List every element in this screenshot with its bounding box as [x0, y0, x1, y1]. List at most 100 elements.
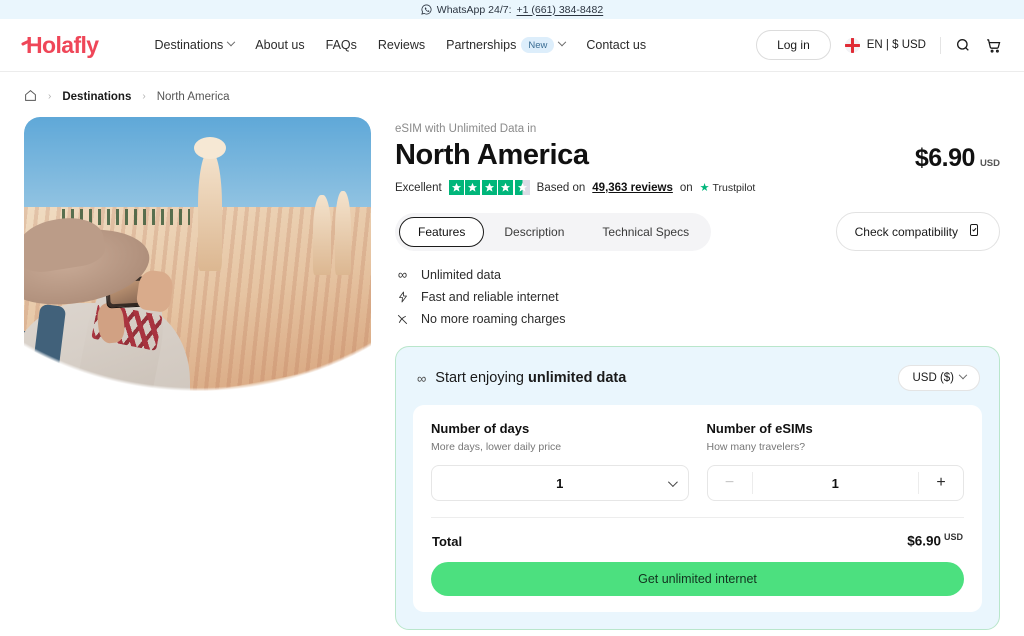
locale-selector[interactable]: EN | $ USD	[844, 37, 926, 53]
new-badge: New	[521, 37, 555, 53]
chevron-down-icon	[558, 37, 567, 47]
feature-list: ∞ Unlimited data Fast and reliable inter…	[395, 267, 1000, 326]
esims-increment-button[interactable]: +	[919, 474, 963, 492]
esims-sublabel: How many travelers?	[706, 441, 806, 453]
tab-row: Features Description Technical Specs Che…	[395, 212, 1000, 251]
cart-icon[interactable]	[985, 37, 1002, 54]
promo-topbar: WhatsApp 24/7: +1 (661) 384-8482	[0, 0, 1024, 19]
feature-item: Fast and reliable internet	[395, 290, 1000, 304]
purchase-title-prefix: Start enjoying	[435, 370, 528, 386]
no-roaming-icon	[395, 313, 410, 326]
trustpilot-star-icon: ★	[699, 182, 710, 194]
breadcrumb-item-destinations[interactable]: Destinations	[62, 91, 131, 103]
whatsapp-icon	[421, 4, 432, 15]
star-half-icon	[514, 180, 530, 195]
check-compatibility-button[interactable]: Check compatibility	[835, 212, 1000, 251]
nav-label: Contact us	[586, 38, 647, 52]
currency-selector[interactable]: USD ($)	[898, 365, 980, 391]
lightning-bolt-icon	[395, 290, 410, 304]
chevron-down-icon	[227, 37, 236, 47]
breadcrumb-item-north-america: North America	[156, 90, 230, 103]
esims-decrement-button[interactable]: −	[708, 474, 752, 492]
total-row: Total $6.90 USD	[431, 518, 964, 562]
nav-item-contact-us[interactable]: Contact us	[586, 38, 646, 52]
locale-label: EN | $ USD	[866, 39, 926, 51]
total-amount: $6.90 USD	[907, 532, 963, 549]
breadcrumb: › Destinations › North America	[0, 72, 1024, 107]
star-icon	[465, 180, 481, 195]
hero-traveler	[24, 197, 228, 527]
star-icon	[498, 180, 514, 195]
infinity-icon: ∞	[397, 267, 408, 282]
hero-image	[24, 117, 371, 527]
rating-stars	[448, 180, 530, 195]
days-select[interactable]: 1	[431, 465, 689, 501]
star-icon	[448, 180, 464, 195]
search-icon[interactable]	[955, 37, 971, 53]
feature-item: ∞ Unlimited data	[395, 267, 1000, 282]
days-label: Number of days	[431, 421, 530, 436]
nav-item-partnerships[interactable]: Partnerships New	[446, 37, 567, 53]
purchase-title-strong: unlimited data	[527, 370, 627, 386]
site-header: Holafly Destinations About us FAQs Revie…	[0, 19, 1024, 72]
days-field: Number of days More days, lower daily pr…	[431, 421, 689, 501]
nav-item-reviews[interactable]: Reviews	[378, 38, 425, 52]
topbar-text: WhatsApp 24/7:	[436, 3, 512, 16]
purchase-fields: Number of days More days, lower daily pr…	[431, 421, 964, 501]
reviews-count-link[interactable]: 49,363 reviews	[592, 182, 673, 194]
purchase-card-title: Start enjoying unlimited data	[435, 370, 626, 386]
product-details: eSIM with Unlimited Data in North Americ…	[395, 117, 1000, 630]
nav-item-about-us[interactable]: About us	[255, 38, 304, 52]
check-compatibility-label: Check compatibility	[854, 224, 958, 239]
tab-description[interactable]: Description	[486, 218, 582, 246]
days-sublabel: More days, lower daily price	[431, 441, 562, 453]
nav-item-destinations[interactable]: Destinations	[154, 37, 236, 52]
product-tabs: Features Description Technical Specs	[395, 212, 712, 251]
chevron-down-icon	[958, 370, 968, 380]
login-button[interactable]: Log in	[756, 30, 831, 60]
reviews-on: on	[679, 181, 693, 194]
breadcrumb-separator: ›	[142, 91, 146, 102]
whatsapp-phone-link[interactable]: +1 (661) 384-8482	[517, 4, 604, 16]
feature-label: Unlimited data	[421, 267, 501, 282]
infinity-icon: ∞	[417, 370, 427, 386]
nav-label: Reviews	[377, 38, 426, 52]
feature-label: Fast and reliable internet	[421, 290, 559, 304]
tab-technical-specs[interactable]: Technical Specs	[584, 218, 707, 246]
page-title: North America	[395, 139, 589, 171]
get-unlimited-internet-button[interactable]: Get unlimited internet	[431, 561, 964, 596]
trustpilot-logo: ★ Trustpilot	[699, 181, 756, 195]
logo-text: Holafly	[26, 31, 99, 58]
total-currency: USD	[943, 532, 963, 542]
purchase-card: ∞ Start enjoying unlimited data USD ($) …	[395, 346, 1000, 630]
nav-label: Destinations	[154, 38, 224, 52]
hero-hoodoo	[335, 191, 351, 275]
trustpilot-rating: Excellent Based on 49,363 reviews on ★ T…	[395, 180, 1000, 195]
breadcrumb-separator: ›	[48, 91, 52, 102]
esims-field: Number of eSIMs How many travelers? − 1 …	[706, 421, 964, 501]
feature-item: No more roaming charges	[395, 312, 1000, 326]
header-actions: Log in EN | $ USD	[756, 30, 1002, 60]
purchase-form: Number of days More days, lower daily pr…	[413, 405, 982, 612]
nav-label: FAQs	[325, 38, 357, 52]
feature-label: No more roaming charges	[421, 312, 566, 326]
total-label: Total	[432, 533, 463, 549]
purchase-card-header: ∞ Start enjoying unlimited data USD ($)	[413, 363, 982, 405]
nav-item-faqs[interactable]: FAQs	[326, 38, 357, 52]
days-value: 1	[556, 475, 564, 491]
star-icon	[481, 180, 497, 195]
home-icon[interactable]	[24, 89, 37, 105]
chevron-down-icon	[667, 476, 678, 487]
uk-flag-icon	[844, 37, 860, 53]
price-amount: $6.90	[914, 144, 976, 172]
phone-check-icon	[967, 223, 981, 240]
rating-word: Excellent	[395, 181, 442, 194]
nav-label: About us	[255, 38, 305, 52]
tab-features[interactable]: Features	[399, 216, 485, 247]
header-divider	[940, 36, 941, 54]
holafly-logo[interactable]: Holafly	[20, 31, 99, 59]
esims-stepper[interactable]: − 1 +	[706, 465, 964, 501]
main-content: eSIM with Unlimited Data in North Americ…	[0, 107, 1024, 630]
price-currency: USD	[979, 158, 1000, 169]
product-eyebrow: eSIM with Unlimited Data in	[395, 123, 537, 135]
